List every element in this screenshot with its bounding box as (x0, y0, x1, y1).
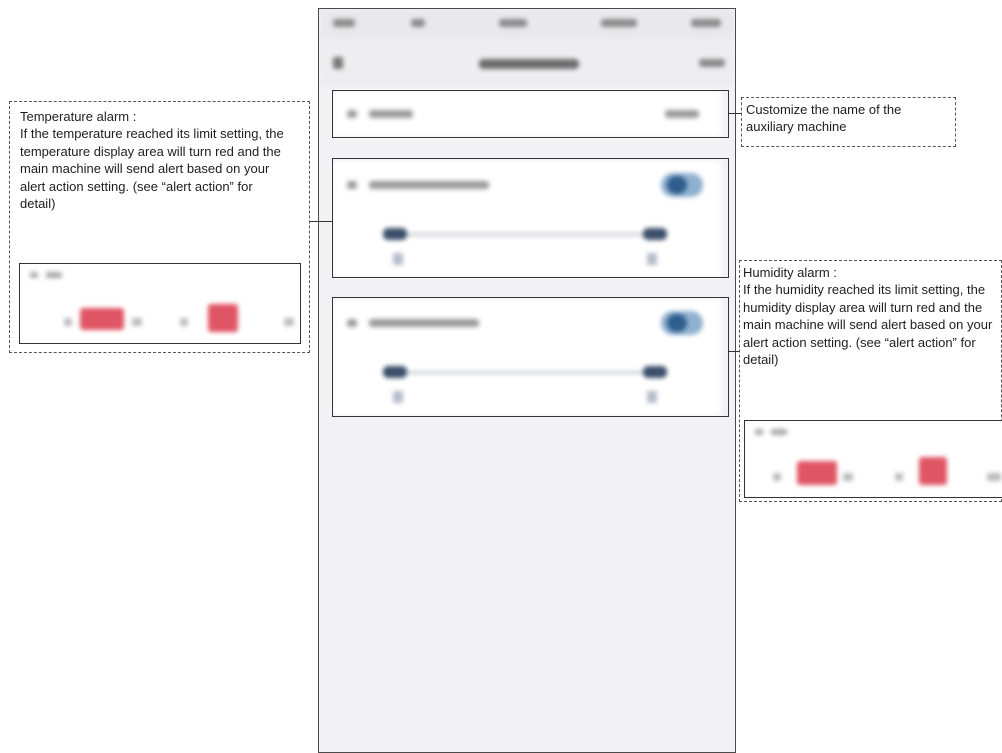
temperature-alarm-description: If the temperature reached its limit set… (20, 126, 284, 212)
back-icon[interactable] (333, 57, 343, 69)
temperature-connector (309, 221, 333, 222)
name-connector (729, 113, 741, 114)
humidity-alarm-title: Humidity alarm : (743, 265, 837, 280)
name-highlight-box (332, 90, 729, 138)
humidity-highlight-box (332, 297, 729, 417)
humidity-alarm-description: If the humidity reached its limit settin… (743, 282, 993, 368)
humidity-alarm-example (744, 420, 1002, 498)
temperature-alarm-title: Temperature alarm : (20, 109, 137, 124)
temperature-alarm-example (19, 263, 301, 344)
save-button[interactable] (699, 59, 725, 67)
name-callout-text: Customize the name of the auxiliary mach… (746, 102, 902, 135)
status-bar (319, 9, 735, 39)
humidity-connector (729, 351, 739, 352)
temperature-highlight-box (332, 158, 729, 278)
page-title (479, 59, 579, 69)
name-callout: Customize the name of the auxiliary mach… (741, 97, 956, 147)
nav-bar (319, 39, 735, 84)
